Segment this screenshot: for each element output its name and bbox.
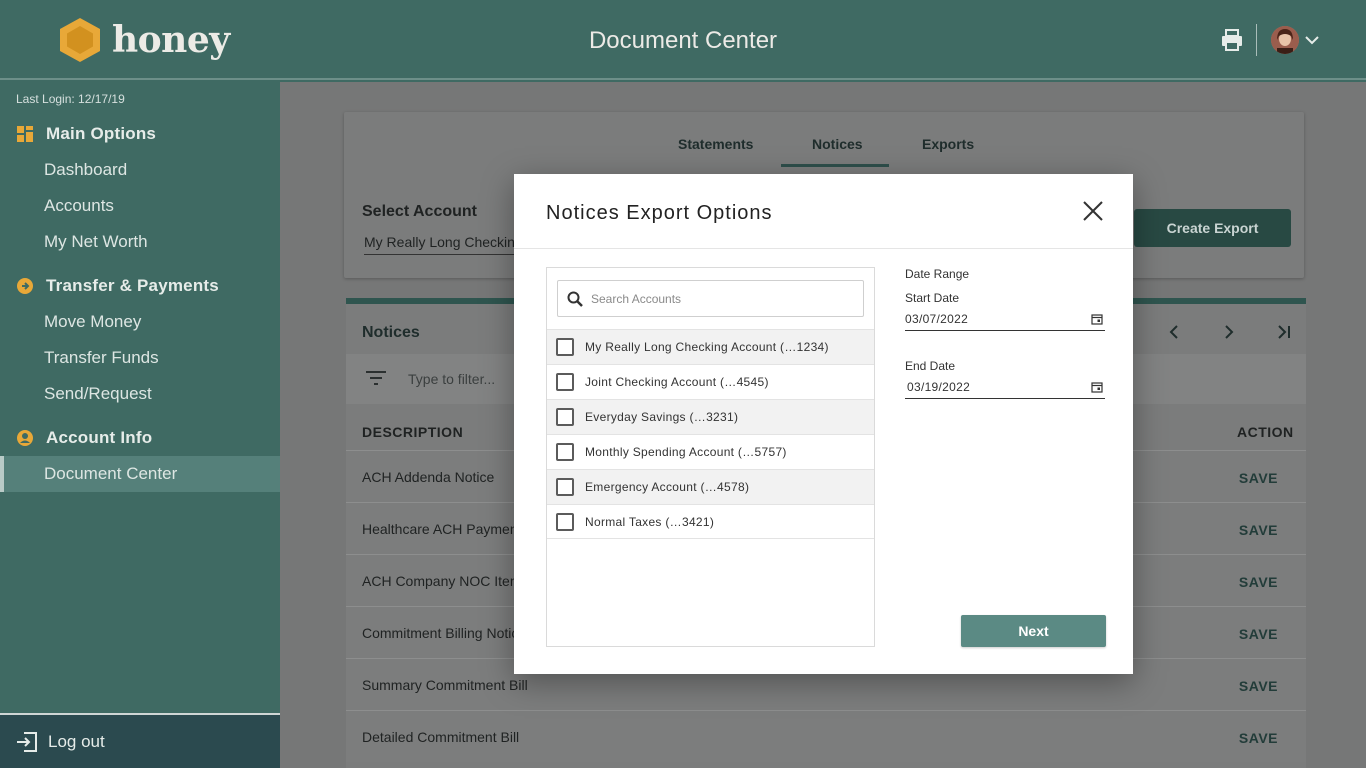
sidebar-item-accounts[interactable]: Accounts (0, 188, 280, 224)
tab-exports[interactable]: Exports (922, 136, 974, 152)
create-export-button[interactable]: Create Export (1134, 209, 1291, 247)
sidebar-item-dashboard[interactable]: Dashboard (0, 152, 280, 188)
end-date-field[interactable]: 03/19/2022 (905, 377, 1105, 399)
calendar-icon[interactable] (1091, 313, 1103, 325)
account-label: Emergency Account (…4578) (585, 480, 750, 494)
start-date-label: Start Date (905, 291, 960, 305)
account-checkbox[interactable] (556, 443, 574, 461)
start-date-value: 03/07/2022 (905, 312, 969, 326)
active-tab-indicator (781, 164, 889, 167)
end-date-value: 03/19/2022 (907, 380, 971, 394)
table-row: Detailed Commitment Bill SAVE (346, 710, 1306, 762)
row-description: Detailed Commitment Bill (362, 729, 520, 745)
account-list-panel: My Really Long Checking Account (…1234) … (546, 267, 875, 647)
section-title-label: Account Info (46, 428, 153, 447)
save-button[interactable]: SAVE (1239, 522, 1278, 538)
tab-notices[interactable]: Notices (812, 136, 863, 152)
account-option[interactable]: Normal Taxes (…3421) (547, 504, 874, 539)
table-title: Notices (362, 324, 420, 341)
sidebar-item-send-request[interactable]: Send/Request (0, 376, 280, 412)
account-label: Everyday Savings (…3231) (585, 410, 739, 424)
modal-divider (514, 248, 1133, 249)
chevron-right-icon[interactable] (1219, 322, 1239, 342)
end-date-label: End Date (905, 359, 956, 373)
account-option[interactable]: My Really Long Checking Account (…1234) (547, 329, 874, 364)
account-option[interactable]: Emergency Account (…4578) (547, 469, 874, 504)
row-description: ACH Addenda Notice (362, 469, 495, 485)
account-option[interactable]: Monthly Spending Account (…5757) (547, 434, 874, 469)
sidebar-item-transfer-funds[interactable]: Transfer Funds (0, 340, 280, 376)
account-checkbox[interactable] (556, 478, 574, 496)
save-button[interactable]: SAVE (1239, 730, 1278, 746)
section-title-label: Main Options (46, 124, 157, 143)
filter-icon[interactable] (366, 369, 386, 387)
arrow-circle-icon (17, 278, 33, 294)
last-login: Last Login: 12/17/19 (16, 92, 125, 106)
start-date-field[interactable]: 03/07/2022 (905, 309, 1105, 331)
select-account-label: Select Account (362, 203, 477, 220)
avatar[interactable] (1271, 26, 1299, 54)
row-description: Healthcare ACH Payment (362, 521, 522, 537)
save-button[interactable]: SAVE (1239, 470, 1278, 486)
user-circle-icon (17, 430, 33, 446)
account-checkbox[interactable] (556, 408, 574, 426)
section-account-info: Account Info (16, 428, 152, 448)
modal-title: Notices Export Options (546, 202, 773, 224)
section-transfer-payments: Transfer & Payments (16, 276, 219, 296)
header-divider (1256, 24, 1257, 56)
search-icon (567, 291, 583, 307)
tab-statements[interactable]: Statements (678, 136, 753, 152)
search-accounts-input[interactable] (591, 289, 851, 309)
sidebar-item-net-worth[interactable]: My Net Worth (0, 224, 280, 260)
row-description: Commitment Billing Notice (362, 625, 527, 641)
account-label: Joint Checking Account (…4545) (585, 375, 769, 389)
row-description: ACH Company NOC Item (362, 573, 522, 589)
export-options-modal: Notices Export Options My Really Long Ch… (514, 174, 1133, 674)
sidebar-item-document-center[interactable]: Document Center (0, 456, 280, 492)
logout-button[interactable]: Log out (0, 713, 280, 768)
sidebar-item-move-money[interactable]: Move Money (0, 304, 280, 340)
account-option[interactable]: Joint Checking Account (…4545) (547, 364, 874, 399)
app-header: honey Document Center (0, 0, 1366, 80)
account-label: My Really Long Checking Account (…1234) (585, 340, 829, 354)
account-option[interactable]: Everyday Savings (…3231) (547, 399, 874, 434)
page-title: Document Center (588, 27, 778, 54)
next-button[interactable]: Next (961, 615, 1106, 647)
chevron-down-icon[interactable] (1303, 32, 1321, 48)
row-description: Summary Commitment Bill (362, 677, 528, 693)
column-header-description: DESCRIPTION (362, 424, 464, 440)
account-label: Normal Taxes (…3421) (585, 514, 715, 529)
account-checkbox[interactable] (556, 373, 574, 391)
date-range-label: Date Range (905, 267, 970, 281)
printer-icon[interactable] (1219, 27, 1245, 53)
sidebar: Last Login: 12/17/19 Main Options Dashbo… (0, 82, 280, 768)
logout-label: Log out (48, 731, 105, 751)
filter-input[interactable]: Type to filter... (408, 371, 495, 387)
chevron-left-icon[interactable] (1164, 322, 1184, 342)
select-account-dropdown[interactable]: My Really Long Checking Account (...1234… (364, 234, 524, 255)
logout-icon (17, 731, 37, 752)
save-button[interactable]: SAVE (1239, 574, 1278, 590)
account-checkbox[interactable] (556, 338, 574, 356)
avatar-icon (1271, 26, 1299, 54)
search-box (557, 280, 864, 317)
account-checkbox[interactable] (556, 512, 574, 531)
calendar-icon[interactable] (1091, 381, 1103, 393)
save-button[interactable]: SAVE (1239, 626, 1278, 642)
grid-icon (17, 126, 33, 142)
section-main-options: Main Options (16, 124, 156, 144)
close-icon[interactable] (1081, 199, 1105, 223)
account-label: Monthly Spending Account (…5757) (585, 445, 787, 459)
column-header-action: ACTION (1237, 424, 1294, 440)
last-page-icon[interactable] (1274, 322, 1294, 342)
save-button[interactable]: SAVE (1239, 678, 1278, 694)
section-title-label: Transfer & Payments (46, 276, 219, 295)
